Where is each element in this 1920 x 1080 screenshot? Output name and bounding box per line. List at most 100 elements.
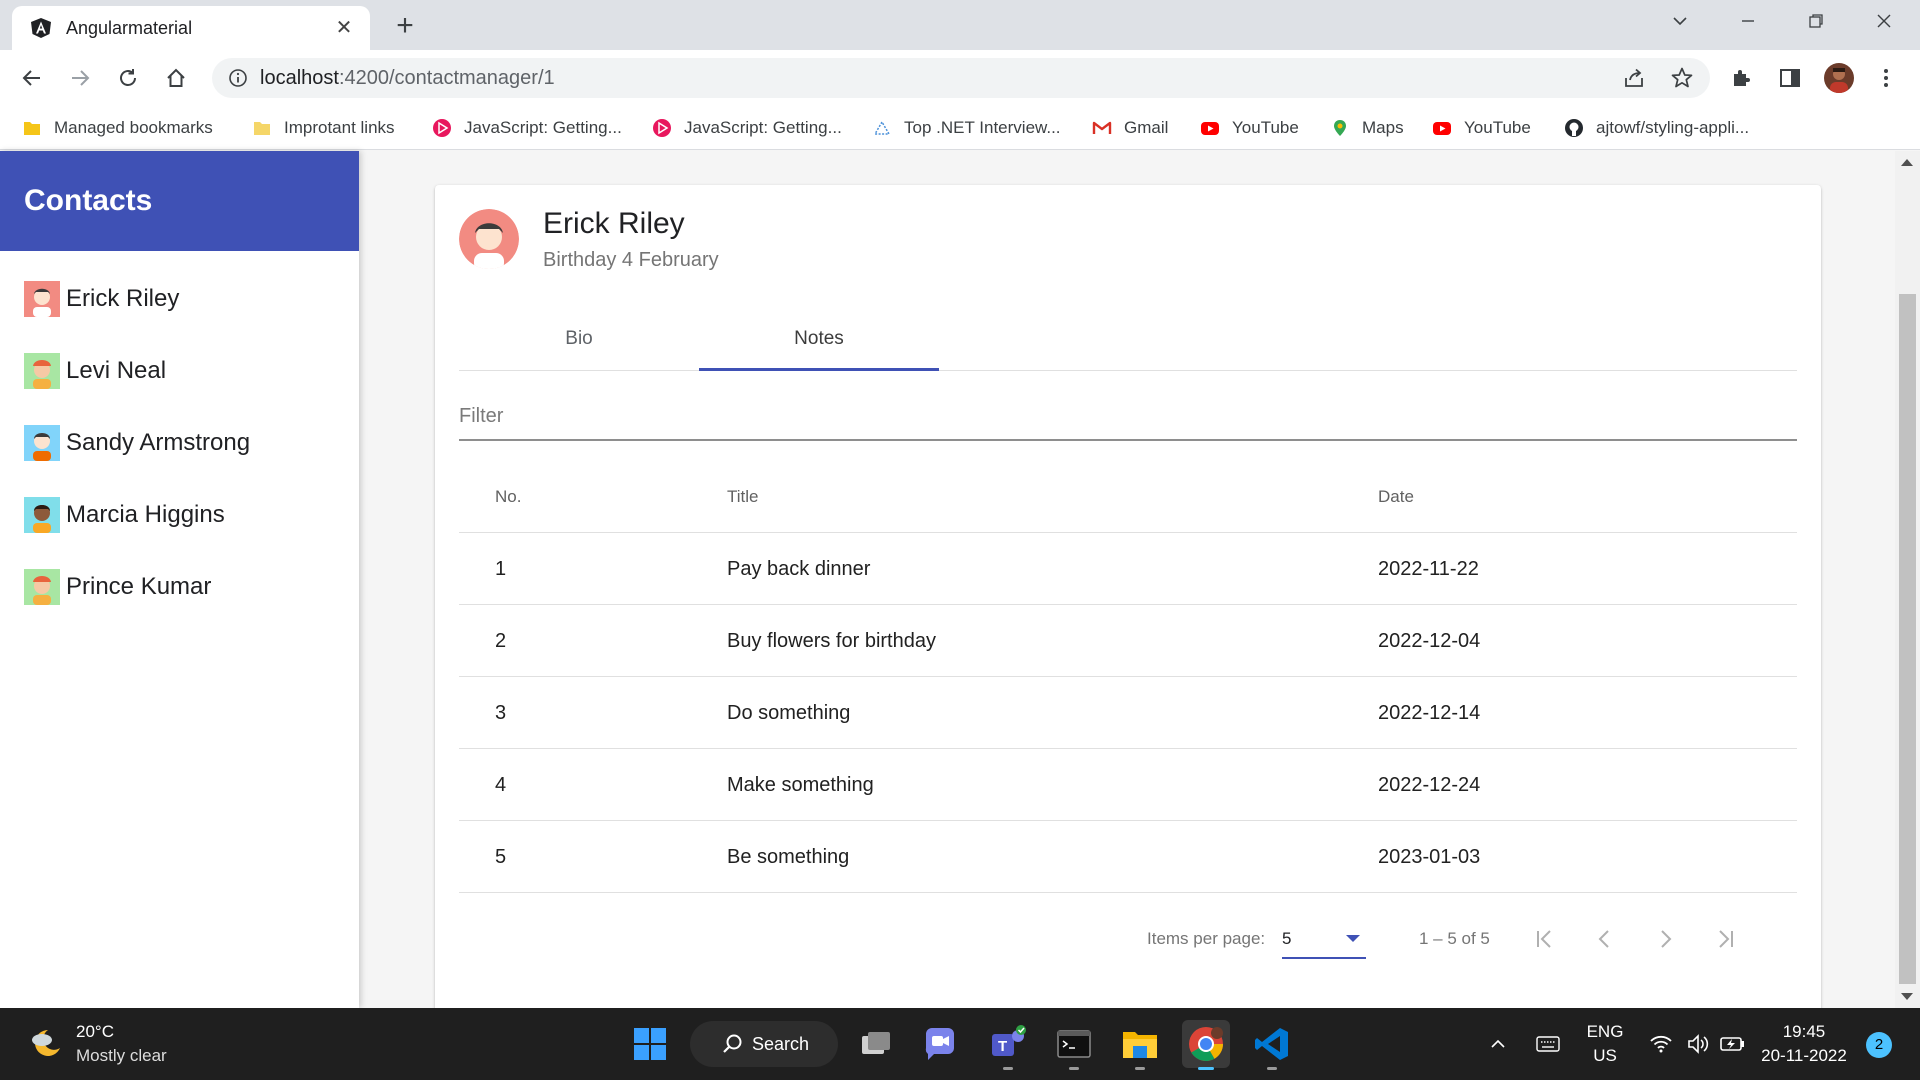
- keyboard-icon[interactable]: [1530, 1020, 1566, 1068]
- contact-name: Prince Kumar: [66, 573, 212, 600]
- address-bar[interactable]: localhost:4200/contactmanager/1: [212, 58, 1710, 98]
- cell-no: 2: [495, 630, 507, 652]
- file-explorer-icon[interactable]: [1116, 1020, 1164, 1070]
- teams-icon[interactable]: T: [984, 1020, 1032, 1070]
- new-tab-icon[interactable]: +: [390, 11, 420, 42]
- clock-time[interactable]: 19:45: [1756, 1022, 1852, 1042]
- bookmark-item[interactable]: JavaScript: Getting...: [652, 106, 842, 150]
- contact-avatar-icon: [459, 209, 519, 269]
- tab-bio[interactable]: Bio: [459, 307, 699, 371]
- header-no[interactable]: No.: [495, 461, 521, 533]
- browser-toolbar: localhost:4200/contactmanager/1: [0, 50, 1920, 106]
- gmail-icon: [1092, 121, 1112, 134]
- bookmark-item[interactable]: ajtowf/styling-appli...: [1564, 106, 1749, 150]
- wifi-icon[interactable]: [1644, 1020, 1678, 1068]
- avatar-icon: [24, 569, 60, 605]
- contact-item-erick-riley[interactable]: Erick Riley: [24, 279, 179, 319]
- contact-item-sandy-armstrong[interactable]: Sandy Armstrong: [24, 423, 250, 463]
- filter-input[interactable]: [459, 393, 1797, 439]
- avatar-icon: [24, 281, 60, 317]
- bookmark-item[interactable]: Maps: [1330, 106, 1404, 150]
- profile-avatar[interactable]: [1824, 63, 1854, 93]
- table-header-row: No. Title Date: [459, 461, 1797, 533]
- restore-icon[interactable]: [1791, 8, 1841, 38]
- bookmark-label: Gmail: [1124, 118, 1169, 137]
- task-view-icon[interactable]: [852, 1020, 900, 1068]
- chevron-up-icon[interactable]: [1482, 1020, 1514, 1068]
- bookmark-item[interactable]: Top .NET Interview...: [872, 106, 1061, 150]
- contact-name: Levi Neal: [66, 357, 167, 384]
- battery-charging-icon[interactable]: [1716, 1020, 1750, 1068]
- taskbar-search[interactable]: Search: [690, 1021, 838, 1067]
- scrollbar-thumb[interactable]: [1899, 294, 1916, 984]
- app-viewport: Contacts Erick Riley Levi Neal Sandy Arm…: [0, 151, 1920, 1015]
- github-icon: [1565, 119, 1583, 137]
- weather-description: Mostly clear: [76, 1046, 167, 1065]
- tab-search-icon[interactable]: [1655, 8, 1705, 38]
- terminal-icon[interactable]: [1050, 1020, 1098, 1070]
- volume-icon[interactable]: [1682, 1020, 1716, 1068]
- tab-notes[interactable]: Notes: [699, 307, 939, 371]
- cell-date: 2022-11-22: [1378, 558, 1479, 580]
- sidenav: Contacts Erick Riley Levi Neal Sandy Arm…: [0, 151, 359, 1008]
- bookmark-managed[interactable]: Managed bookmarks: [22, 106, 213, 150]
- minimize-icon[interactable]: [1723, 8, 1773, 38]
- contact-item-marcia-higgins[interactable]: Marcia Higgins: [24, 495, 225, 535]
- table-row: 5 Be something 2023-01-03: [459, 821, 1797, 893]
- vscode-icon[interactable]: [1248, 1020, 1296, 1070]
- windows-start-icon[interactable]: [626, 1020, 674, 1068]
- region-indicator[interactable]: US: [1580, 1046, 1630, 1066]
- search-label: Search: [752, 1033, 810, 1054]
- page-range-label: 1 – 5 of 5: [1419, 929, 1490, 948]
- share-icon[interactable]: [1622, 66, 1646, 90]
- home-icon[interactable]: [160, 62, 192, 94]
- browser-tab[interactable]: Angularmaterial ✕: [12, 6, 370, 50]
- table-row: 4 Make something 2022-12-24: [459, 749, 1797, 821]
- main-content: Erick Riley Birthday 4 February Bio Note…: [359, 151, 1895, 1015]
- close-tab-icon[interactable]: ✕: [332, 16, 356, 40]
- page-size-select[interactable]: 5: [1282, 919, 1366, 959]
- folder-icon: [254, 122, 270, 135]
- table-row: 1 Pay back dinner 2022-11-22: [459, 533, 1797, 605]
- cell-title: Buy flowers for birthday: [727, 630, 936, 652]
- scroll-down-arrow-icon[interactable]: [1901, 993, 1913, 1000]
- cell-no: 4: [495, 774, 507, 796]
- site-info-icon[interactable]: [228, 68, 248, 88]
- notification-badge[interactable]: 2: [1866, 1032, 1892, 1058]
- reload-icon[interactable]: [112, 62, 144, 94]
- chat-icon[interactable]: [916, 1020, 964, 1068]
- back-icon[interactable]: [16, 62, 48, 94]
- bookmark-item[interactable]: YouTube: [1432, 106, 1531, 150]
- header-title[interactable]: Title: [727, 461, 759, 533]
- page-scrollbar[interactable]: [1895, 151, 1920, 1008]
- url-text[interactable]: localhost:4200/contactmanager/1: [260, 58, 555, 98]
- contact-item-prince-kumar[interactable]: Prince Kumar: [24, 567, 211, 607]
- clock-date[interactable]: 20-11-2022: [1756, 1046, 1852, 1066]
- previous-page-button[interactable]: [1587, 921, 1623, 957]
- chrome-icon[interactable]: [1182, 1020, 1230, 1070]
- weather-moon-cloud-icon[interactable]: [26, 1026, 66, 1062]
- url-path: :4200/contactmanager/1: [338, 67, 555, 89]
- notes-table: No. Title Date 1 Pay back dinner 2022-11…: [459, 461, 1797, 893]
- header-date[interactable]: Date: [1378, 461, 1414, 533]
- sidenav-title: Contacts: [0, 151, 359, 251]
- forward-icon[interactable]: [64, 62, 96, 94]
- extensions-icon[interactable]: [1726, 62, 1758, 94]
- bookmark-item[interactable]: YouTube: [1200, 106, 1299, 150]
- language-indicator[interactable]: ENG: [1580, 1022, 1630, 1042]
- menu-kebab-icon[interactable]: [1870, 62, 1902, 94]
- contact-name: Sandy Armstrong: [66, 429, 251, 456]
- table-row: 3 Do something 2022-12-14: [459, 677, 1797, 749]
- contact-item-levi-neal[interactable]: Levi Neal: [24, 351, 166, 391]
- bookmark-star-icon[interactable]: [1670, 66, 1694, 90]
- last-page-button[interactable]: [1707, 921, 1743, 957]
- scroll-up-arrow-icon[interactable]: [1901, 159, 1913, 166]
- bookmark-item[interactable]: Gmail: [1092, 106, 1168, 150]
- side-panel-icon[interactable]: [1774, 62, 1806, 94]
- next-page-button[interactable]: [1647, 921, 1683, 957]
- bookmark-item[interactable]: JavaScript: Getting...: [432, 106, 622, 150]
- pluralsight-icon: [653, 119, 671, 137]
- close-window-icon[interactable]: [1859, 8, 1909, 38]
- first-page-button[interactable]: [1527, 921, 1563, 957]
- bookmark-folder[interactable]: Improtant links: [252, 106, 395, 150]
